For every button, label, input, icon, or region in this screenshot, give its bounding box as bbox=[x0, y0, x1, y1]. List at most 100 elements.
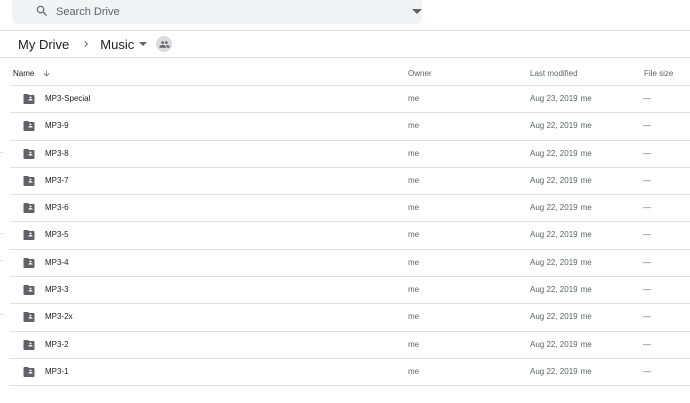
table-row[interactable]: MP3-6 me Aug 22, 2019 me — bbox=[10, 195, 690, 223]
file-owner: me bbox=[408, 148, 420, 158]
modified-by: me bbox=[580, 257, 592, 267]
shared-users-icon[interactable] bbox=[156, 36, 173, 52]
file-last-modified: Aug 22, 2019 me bbox=[530, 149, 592, 158]
column-header-last-modified[interactable]: Last modified bbox=[530, 66, 578, 80]
shared-folder-icon bbox=[23, 94, 35, 104]
modified-by: me bbox=[580, 175, 592, 185]
table-row[interactable]: MP3-Special me Aug 23, 2019 me — bbox=[10, 86, 690, 114]
file-size: — bbox=[643, 94, 651, 103]
shared-folder-icon bbox=[23, 366, 35, 377]
file-last-modified: Aug 22, 2019 me bbox=[530, 121, 592, 130]
breadcrumb: My Drive Music bbox=[18, 35, 173, 53]
folder-menu-caret-icon[interactable] bbox=[138, 39, 148, 49]
modified-date: Aug 22, 2019 bbox=[530, 339, 578, 349]
file-last-modified: Aug 22, 2019 me bbox=[530, 176, 592, 185]
file-name: MP3-2x bbox=[45, 312, 73, 322]
left-edge-divider bbox=[0, 260, 3, 261]
modified-by: me bbox=[580, 312, 592, 322]
modified-date: Aug 22, 2019 bbox=[530, 203, 578, 213]
shared-folder-icon bbox=[23, 339, 35, 350]
file-size: — bbox=[643, 285, 651, 295]
file-last-modified: Aug 22, 2019 me bbox=[530, 340, 592, 349]
modified-by: me bbox=[580, 94, 592, 103]
file-owner: me bbox=[408, 175, 420, 185]
modified-by: me bbox=[580, 148, 592, 158]
header-divider bbox=[0, 30, 690, 31]
modified-date: Aug 22, 2019 bbox=[530, 257, 578, 267]
left-edge-divider bbox=[0, 314, 3, 315]
search-input[interactable] bbox=[56, 3, 356, 20]
file-last-modified: Aug 22, 2019 me bbox=[530, 203, 592, 212]
modified-by: me bbox=[580, 285, 592, 295]
left-edge-divider bbox=[0, 152, 3, 153]
shared-folder-icon bbox=[23, 121, 35, 132]
file-last-modified: Aug 22, 2019 me bbox=[530, 285, 592, 294]
column-header-name[interactable]: Name bbox=[13, 66, 51, 80]
modified-date: Aug 22, 2019 bbox=[530, 121, 578, 131]
column-header-owner[interactable]: Owner bbox=[408, 66, 432, 80]
modified-by: me bbox=[580, 230, 592, 240]
modified-date: Aug 22, 2019 bbox=[530, 148, 578, 158]
file-last-modified: Aug 22, 2019 me bbox=[530, 312, 592, 321]
table-row[interactable]: MP3-5 me Aug 22, 2019 me — bbox=[10, 222, 690, 250]
file-size: — bbox=[643, 230, 651, 240]
shared-folder-icon bbox=[23, 285, 35, 296]
file-last-modified: Aug 22, 2019 me bbox=[530, 258, 592, 267]
modified-date: Aug 22, 2019 bbox=[530, 230, 578, 240]
table-row[interactable]: MP3-9 me Aug 22, 2019 me — bbox=[10, 113, 690, 141]
table-row[interactable]: MP3-3 me Aug 22, 2019 me — bbox=[10, 277, 690, 305]
file-last-modified: Aug 22, 2019 me bbox=[530, 367, 592, 376]
file-name: MP3-6 bbox=[45, 203, 69, 213]
file-name: MP3-4 bbox=[45, 257, 69, 267]
breadcrumb-divider bbox=[0, 57, 690, 58]
file-name: MP3-5 bbox=[45, 230, 69, 240]
file-owner: me bbox=[408, 121, 420, 131]
file-name: MP3-3 bbox=[45, 285, 69, 295]
column-header-file-size[interactable]: File size bbox=[644, 66, 673, 80]
shared-folder-icon bbox=[23, 203, 35, 214]
table-row[interactable]: MP3-7 me Aug 22, 2019 me — bbox=[10, 168, 690, 196]
table-row[interactable]: MP3-2 me Aug 22, 2019 me — bbox=[10, 332, 690, 359]
file-name: MP3-1 bbox=[45, 366, 69, 376]
modified-by: me bbox=[580, 339, 592, 349]
shared-folder-icon bbox=[23, 175, 35, 186]
shared-folder-icon bbox=[23, 148, 35, 159]
file-size: — bbox=[643, 339, 651, 349]
search-bar[interactable] bbox=[12, 0, 422, 24]
search-options-caret-icon[interactable] bbox=[412, 8, 422, 16]
left-edge-divider bbox=[0, 233, 3, 234]
file-last-modified: Aug 22, 2019 me bbox=[530, 230, 592, 239]
shared-folder-icon bbox=[23, 230, 35, 241]
modified-date: Aug 22, 2019 bbox=[530, 175, 578, 185]
file-name: MP3-7 bbox=[45, 175, 69, 185]
breadcrumb-current-folder[interactable]: Music bbox=[100, 37, 134, 52]
file-size: — bbox=[643, 175, 651, 185]
column-header-name-label: Name bbox=[13, 68, 35, 78]
chevron-right-icon bbox=[84, 41, 89, 47]
modified-date: Aug 22, 2019 bbox=[530, 285, 578, 295]
shared-folder-icon bbox=[23, 257, 35, 268]
modified-date: Aug 22, 2019 bbox=[530, 312, 578, 322]
modified-by: me bbox=[580, 366, 592, 376]
file-owner: me bbox=[408, 94, 420, 103]
file-size: — bbox=[643, 148, 651, 158]
table-row[interactable]: MP3-4 me Aug 22, 2019 me — bbox=[10, 250, 690, 278]
file-name: MP3-2 bbox=[45, 339, 69, 349]
file-size: — bbox=[643, 203, 651, 213]
file-size: — bbox=[643, 366, 651, 376]
file-owner: me bbox=[408, 257, 420, 267]
file-owner: me bbox=[408, 285, 420, 295]
file-name: MP3-9 bbox=[45, 121, 69, 131]
file-owner: me bbox=[408, 366, 420, 376]
file-owner: me bbox=[408, 312, 420, 322]
breadcrumb-my-drive[interactable]: My Drive bbox=[18, 37, 69, 52]
arrow-down-sort-icon[interactable] bbox=[42, 69, 51, 78]
search-icon[interactable] bbox=[35, 4, 49, 18]
table-row[interactable]: MP3-8 me Aug 22, 2019 me — bbox=[10, 141, 690, 168]
modified-date: Aug 22, 2019 bbox=[530, 366, 578, 376]
table-row[interactable]: MP3-1 me Aug 22, 2019 me — bbox=[10, 359, 690, 387]
file-owner: me bbox=[408, 230, 420, 240]
file-last-modified: Aug 23, 2019 me bbox=[530, 94, 592, 103]
table-row[interactable]: MP3-2x me Aug 22, 2019 me — bbox=[10, 304, 690, 332]
shared-folder-icon bbox=[23, 312, 35, 323]
